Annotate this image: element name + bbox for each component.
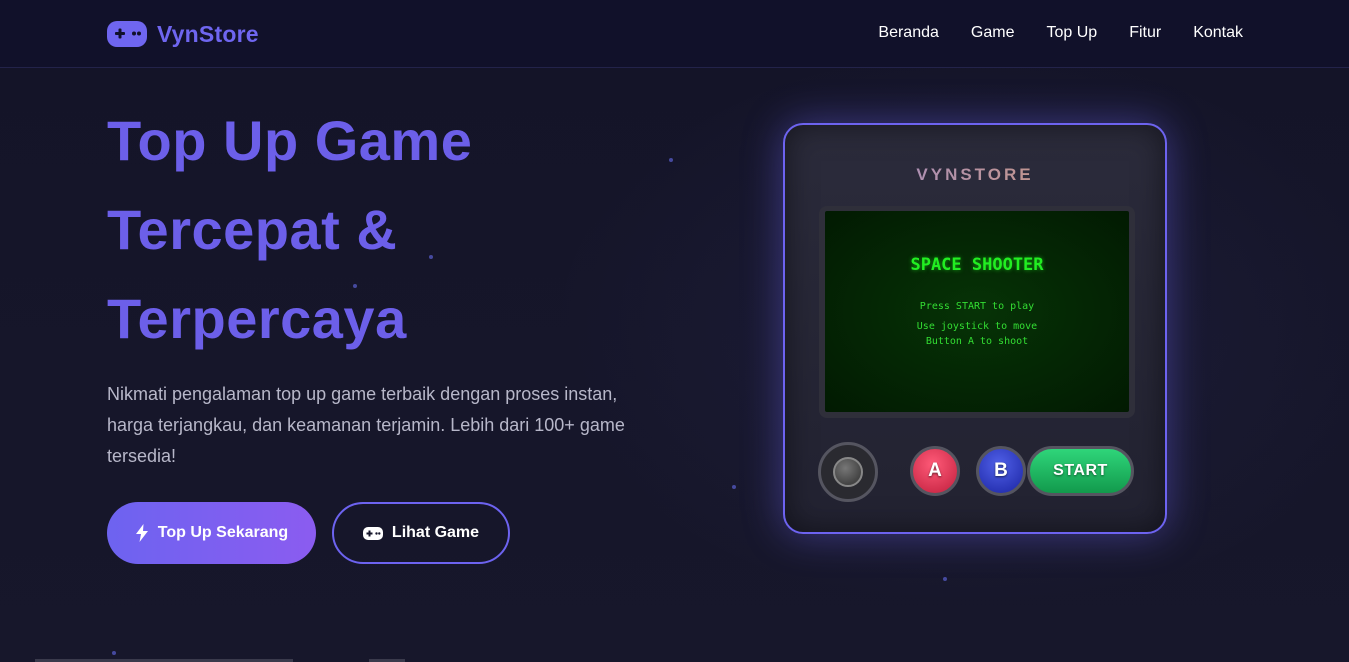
view-games-label: Lihat Game — [391, 524, 480, 541]
nav-item-kontak[interactable]: Kontak — [1193, 22, 1243, 44]
hero-title-line: Tercepat & — [107, 198, 398, 261]
hero-title-line: Terpercaya — [107, 287, 407, 350]
bolt-icon — [135, 524, 148, 542]
nav-item-top-up[interactable]: Top Up — [1046, 22, 1097, 44]
particle-dot — [669, 158, 673, 162]
game-title: SPACE SHOOTER — [910, 255, 1044, 275]
console-screen-frame: SPACE SHOOTER Press START to play Use jo… — [819, 206, 1135, 418]
particle-dot — [112, 651, 116, 655]
start-button[interactable]: START — [1027, 446, 1134, 496]
site-header: VynStore Beranda Game Top Up Fitur Konta… — [0, 0, 1349, 68]
console-screen[interactable]: SPACE SHOOTER Press START to play Use jo… — [825, 211, 1129, 412]
b-button[interactable]: B — [976, 446, 1026, 496]
game-console: VYNSTORE SPACE SHOOTER Press START to pl… — [783, 123, 1167, 534]
particle-dot — [943, 577, 947, 581]
a-button[interactable]: A — [910, 446, 960, 496]
console-brand: VYNSTORE — [785, 165, 1165, 185]
brand-name: VynStore — [157, 20, 259, 47]
nav-item-game[interactable]: Game — [971, 22, 1015, 44]
hero-title: Top Up Game Tercepat & Terpercaya — [107, 96, 667, 363]
particle-dot — [732, 485, 736, 489]
top-up-now-label: Top Up Sekarang — [157, 524, 289, 541]
main-nav: Beranda Game Top Up Fitur Kontak — [878, 22, 1243, 44]
joystick-knob[interactable] — [833, 457, 863, 487]
joystick[interactable] — [818, 442, 878, 502]
instruction-shoot: Button A to shoot — [925, 336, 1029, 347]
hero-title-line: Top Up Game — [107, 109, 473, 172]
hero-description: Nikmati pengalaman top up game terbaik d… — [107, 384, 625, 466]
instruction-move: Use joystick to move — [916, 321, 1038, 332]
instruction-start: Press START to play — [919, 301, 1035, 312]
view-games-button[interactable]: Lihat Game — [332, 502, 510, 564]
gamepad-icon — [107, 21, 147, 47]
nav-item-fitur[interactable]: Fitur — [1129, 22, 1161, 44]
brand-logo[interactable]: VynStore — [107, 18, 259, 50]
top-up-now-button[interactable]: Top Up Sekarang — [107, 502, 316, 564]
gamepad-icon — [362, 526, 383, 540]
nav-item-beranda[interactable]: Beranda — [878, 22, 939, 44]
